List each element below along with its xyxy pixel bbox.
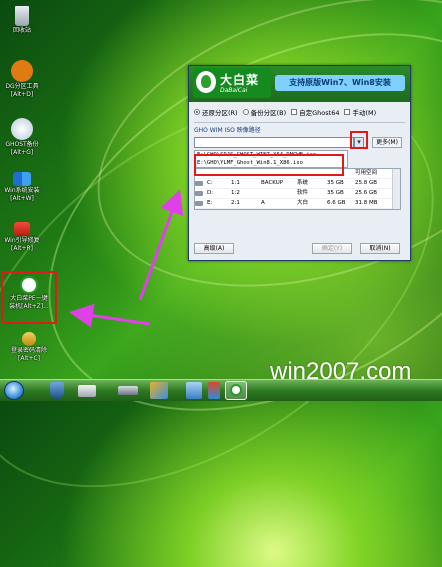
dabaicai-icon <box>230 384 242 396</box>
cell-index: 1:1 <box>231 180 240 186</box>
recycle-bin-icon <box>15 6 29 26</box>
window-header: 大白菜 DaBaiCai 支持原版Win7、Win8安装 <box>189 66 410 102</box>
table-row[interactable]: D: 1:2 软件 35 GB 25.6 GB <box>195 189 400 199</box>
checkbox-indicator <box>291 109 298 115</box>
checkbox-label: 自定Ghost64 <box>299 109 340 117</box>
drive-icon <box>195 191 203 196</box>
cell-name: BACKUP <box>261 180 284 186</box>
radio-indicator <box>194 109 200 115</box>
drive-icon[interactable] <box>118 386 138 395</box>
checkbox-label: 手动(M) <box>352 109 377 117</box>
desktop-icon-label: DG分区工具 <box>5 83 39 90</box>
cell-name <box>261 189 297 198</box>
cell-drive: D: <box>207 190 214 196</box>
drive-icon <box>195 181 203 186</box>
cabbage-icon <box>196 71 216 93</box>
cell-total: 6.6 GB <box>327 200 346 206</box>
cell-free: 31.8 MB <box>355 200 378 206</box>
cell-index: 2:1 <box>231 200 240 206</box>
desktop-icon-hotkey: [Alt+C] <box>17 355 41 362</box>
cell-drive: C: <box>207 180 213 186</box>
image-path-label: GHO WIM ISO 映像路径 <box>194 127 261 134</box>
highlight-box <box>1 271 57 324</box>
flag-icon[interactable] <box>208 382 220 399</box>
radio-indicator <box>242 109 249 115</box>
checkbox-indicator <box>344 109 351 115</box>
win-install-icon <box>13 172 31 186</box>
cell-drive: E: <box>207 200 213 206</box>
logo-title: 大白菜 <box>220 73 260 87</box>
desktop-icon-ghost[interactable]: GHOST备份 [Alt+G] <box>2 118 42 157</box>
table-row[interactable]: E: 2:1 A 大白 6.6 GB 31.8 MB <box>195 199 400 209</box>
desktop-icon-password-clear[interactable]: 登录密码清除 [Alt+C] <box>2 332 56 363</box>
desktop-icon-hotkey: [Alt+G] <box>10 149 34 156</box>
custom-ghost-checkbox[interactable]: 自定Ghost64 <box>291 107 339 117</box>
dabaicai-taskbar-button[interactable] <box>225 381 247 400</box>
apps-icon[interactable] <box>150 382 168 399</box>
cell-label: 系统 <box>297 180 309 186</box>
desktop-icon-boot-repair[interactable]: Win引导修复 [Alt+R] <box>2 222 42 253</box>
start-orb-icon[interactable] <box>4 381 24 400</box>
desktop-icon-win-install[interactable]: Win系统安装 [Alt+W] <box>2 172 42 203</box>
mode-options: 还原分区(R) 备份分区(B) 自定Ghost64 手动(M) <box>194 106 405 118</box>
cell-total: 35 GB <box>327 190 344 196</box>
logo-subtitle: DaBaiCai <box>220 87 248 94</box>
desktop-icon-label: GHOST备份 <box>5 141 39 148</box>
manual-checkbox[interactable]: 手动(M) <box>344 107 376 117</box>
cell-label: 大白 <box>297 200 309 206</box>
desktop-icon-hotkey: [Alt+R] <box>10 245 33 252</box>
ghost-icon <box>11 118 33 140</box>
image-path-combo[interactable] <box>194 137 354 148</box>
dg-partition-icon <box>11 60 33 82</box>
separator <box>194 122 405 123</box>
column-header-free: 可用空间 <box>355 170 378 176</box>
cell-free: 25.8 GB <box>355 180 378 186</box>
table-scrollbar[interactable] <box>392 169 400 209</box>
cancel-button[interactable]: 取消(N) <box>360 243 400 254</box>
cell-name: A <box>261 200 265 206</box>
table-row[interactable]: C: 1:1 BACKUP 系统 35 GB 25.8 GB <box>195 179 400 189</box>
radio-label: 还原分区(R) <box>202 109 238 117</box>
drive-icon <box>195 201 203 206</box>
cell-total: 35 GB <box>327 180 344 186</box>
cell-free: 25.6 GB <box>355 190 378 196</box>
printer-icon[interactable] <box>78 385 96 397</box>
toolbox-icon <box>14 222 30 236</box>
window-icon[interactable] <box>186 382 202 399</box>
taskbar <box>0 379 442 401</box>
desktop-icon-label: Win系统安装 <box>4 187 40 194</box>
support-badge: 支持原版Win7、Win8安装 <box>275 75 405 91</box>
desktop-icon-label: Win引导修复 <box>4 237 40 244</box>
desktop-icon-hotkey: [Alt+W] <box>10 195 34 202</box>
highlight-box <box>350 131 368 149</box>
cell-index: 1:2 <box>231 190 240 196</box>
more-button[interactable]: 更多(M) <box>372 137 402 148</box>
desktop-icon-label: 登录密码清除 <box>10 347 47 354</box>
shield-icon[interactable] <box>50 382 64 399</box>
desktop-icon-recycle-bin[interactable]: 回收站 <box>2 6 42 35</box>
app-logo: 大白菜 DaBaiCai <box>193 68 271 98</box>
ok-button[interactable]: 确定(Y) <box>312 243 352 254</box>
restore-partition-radio[interactable]: 还原分区(R) <box>194 107 238 117</box>
backup-partition-radio[interactable]: 备份分区(B) <box>242 107 287 117</box>
highlight-box <box>194 154 344 176</box>
desktop-icon-dg-partition[interactable]: DG分区工具 [Alt+D] <box>2 60 42 99</box>
radio-label: 备份分区(B) <box>250 109 287 117</box>
advanced-button[interactable]: 高级(A) <box>194 243 234 254</box>
cell-label: 软件 <box>297 190 309 196</box>
desktop-icon-label: 回收站 <box>12 27 31 34</box>
desktop-icon-hotkey: [Alt+D] <box>10 91 34 98</box>
password-key-icon <box>22 332 36 346</box>
